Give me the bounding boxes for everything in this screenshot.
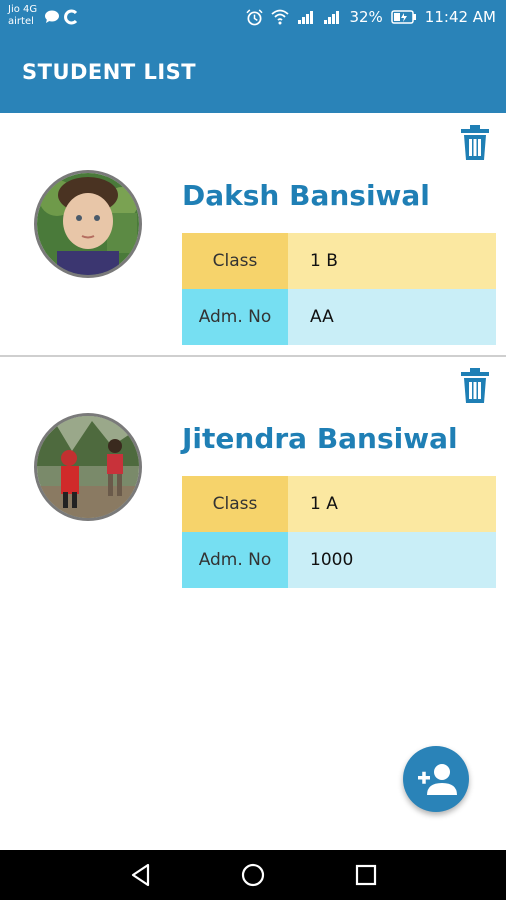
adm-row: Adm. No AA <box>182 289 496 345</box>
class-row: Class 1 B <box>182 233 496 289</box>
adm-label: Adm. No <box>182 532 288 588</box>
app-bar: STUDENT LIST <box>0 36 506 113</box>
children-photo <box>37 416 139 518</box>
student-card[interactable]: Jitendra Bansiwal Class 1 A Adm. No 1000 <box>0 356 506 598</box>
signal-icon-2 <box>324 11 340 24</box>
class-row: Class 1 A <box>182 476 496 532</box>
student-name: Daksh Bansiwal <box>182 179 430 212</box>
notification-icons <box>44 9 80 25</box>
avatar <box>34 413 142 521</box>
back-triangle-icon[interactable] <box>128 862 154 888</box>
student-info-table: Class 1 B Adm. No AA <box>182 233 496 345</box>
clock: 11:42 AM <box>424 8 496 26</box>
add-student-button[interactable] <box>403 746 469 812</box>
recents-square-icon[interactable] <box>353 862 379 888</box>
trash-icon[interactable] <box>460 368 490 404</box>
page-title: STUDENT LIST <box>22 60 197 84</box>
adm-label: Adm. No <box>182 289 288 345</box>
alarm-icon <box>246 8 264 25</box>
carrier-info: Jio 4G airtel <box>8 4 37 28</box>
battery-charging-icon <box>391 10 416 24</box>
class-label: Class <box>182 476 288 532</box>
avatar <box>34 170 142 278</box>
student-card[interactable]: Daksh Bansiwal Class 1 B Adm. No AA <box>0 113 506 357</box>
home-circle-icon[interactable] <box>240 862 266 888</box>
person-add-icon <box>418 764 457 795</box>
adm-value: 1000 <box>288 532 496 588</box>
adm-value: AA <box>288 289 496 345</box>
student-info-table: Class 1 A Adm. No 1000 <box>182 476 496 588</box>
child-photo <box>37 173 139 275</box>
wifi-icon <box>271 9 290 25</box>
trash-icon[interactable] <box>460 125 490 161</box>
battery-percentage: 32% <box>349 8 383 26</box>
carrier-line-2: airtel <box>8 16 34 27</box>
chat-bubble-icon <box>45 10 59 23</box>
student-name: Jitendra Bansiwal <box>182 422 458 455</box>
class-label: Class <box>182 233 288 289</box>
carrier-line-1: Jio 4G <box>8 4 38 15</box>
signal-icon-1 <box>298 11 314 24</box>
adm-row: Adm. No 1000 <box>182 532 496 588</box>
status-right: 32% 11:42 AM <box>246 8 496 26</box>
class-value: 1 A <box>288 476 496 532</box>
class-value: 1 B <box>288 233 496 289</box>
status-bar: Jio 4G airtel 32% 11:42 AM <box>0 0 506 36</box>
system-nav-bar <box>0 850 506 900</box>
app-c-icon <box>64 9 78 25</box>
